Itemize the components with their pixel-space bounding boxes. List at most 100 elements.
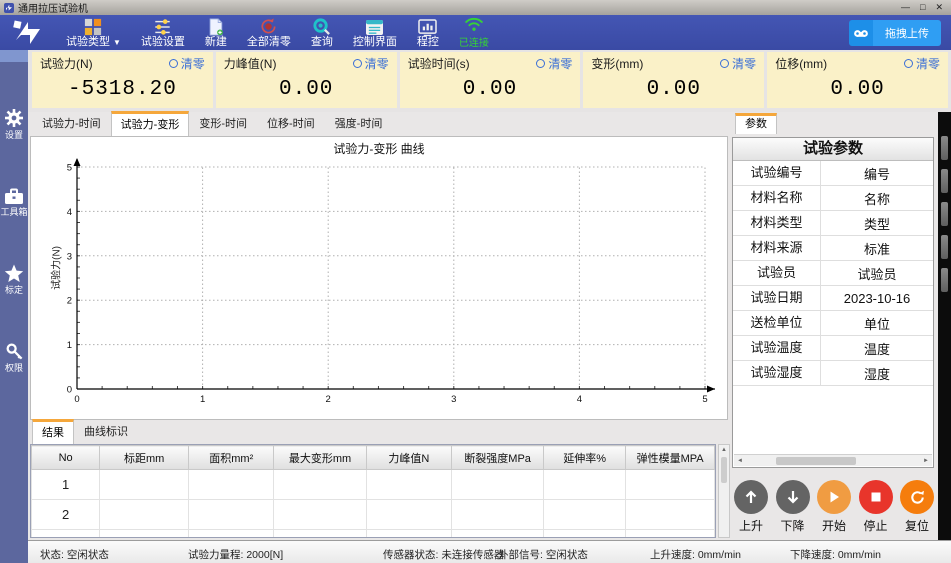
table-row[interactable]: 1 (32, 470, 715, 500)
clear-test-force-button[interactable]: 清零 (169, 55, 205, 72)
tab-results[interactable]: 结果 (32, 419, 74, 444)
svg-text:1: 1 (200, 394, 205, 405)
scroll-left-icon[interactable]: ◄ (734, 458, 746, 464)
param-value[interactable]: 编号 (821, 164, 933, 183)
meter-test-time: 试验时间(s) 清零 0.00 (400, 52, 581, 108)
svg-text:2: 2 (67, 296, 72, 307)
tab-parameters[interactable]: 参数 (735, 113, 777, 134)
stop-icon (870, 491, 882, 503)
sidebar-item-permissions[interactable]: 权限 (0, 342, 28, 374)
force-deform-chart: 012345012345 (43, 155, 719, 413)
toolbar-test-type[interactable]: 试验类型 ▼ (56, 15, 131, 50)
clear-test-time-button[interactable]: 清零 (536, 55, 572, 72)
sidebar-item-calibration[interactable]: 标定 (0, 264, 28, 296)
toolbar-control-interface[interactable]: 控制界面 (343, 15, 407, 50)
param-value[interactable]: 名称 (821, 189, 933, 208)
param-row-material-name: 材料名称名称 (733, 186, 933, 211)
svg-text:5: 5 (67, 163, 72, 174)
param-row-test-number: 试验编号编号 (733, 161, 933, 186)
left-sidebar: 设置 工具箱 标定 权限 (0, 50, 28, 563)
param-value[interactable]: 类型 (821, 214, 933, 233)
reset-ring-icon (353, 59, 362, 68)
param-value[interactable]: 湿度 (821, 364, 933, 383)
tab-strength-time[interactable]: 强度-时间 (325, 111, 393, 136)
meter-displacement: 位移(mm) 清零 0.00 (767, 52, 948, 108)
scroll-up-icon[interactable]: ▲ (719, 445, 729, 456)
table-row[interactable]: 3 (32, 530, 715, 539)
meter-deformation: 变形(mm) 清零 0.00 (583, 52, 764, 108)
close-button[interactable]: ✕ (935, 1, 943, 14)
clear-displacement-button[interactable]: 清零 (904, 55, 940, 72)
svg-text:0: 0 (74, 394, 79, 405)
tab-deformation-time[interactable]: 变形-时间 (189, 111, 257, 136)
descend-button[interactable]: 下降 (776, 480, 810, 534)
toolbar-clear-all[interactable]: 全部清零 (237, 15, 301, 50)
clear-peak-force-button[interactable]: 清零 (353, 55, 389, 72)
play-icon (827, 490, 841, 504)
sidebar-item-label: 权限 (5, 363, 23, 374)
new-document-icon (207, 17, 224, 36)
status-force-range: 试验力量程: 2000[N] (188, 547, 283, 562)
meter-test-force: 试验力(N) 清零 -5318.20 (32, 52, 213, 108)
meter-label: 变形(mm) (591, 55, 643, 72)
param-row-temperature: 试验温度温度 (733, 336, 933, 361)
scrollbar-thumb[interactable] (776, 457, 856, 465)
chevron-down-icon[interactable]: ▼ (113, 36, 121, 49)
param-row-test-date: 试验日期2023-10-16 (733, 286, 933, 311)
parameter-horizontal-scrollbar[interactable]: ◄ ► (734, 454, 932, 466)
connection-status-label: 已连接 (459, 34, 489, 49)
scroll-right-icon[interactable]: ► (920, 458, 932, 464)
toolbar-test-settings[interactable]: 试验设置 (131, 15, 195, 50)
status-sensor: 传感器状态: 未连接传感器 (383, 547, 504, 562)
param-value[interactable]: 试验员 (821, 264, 933, 283)
meter-peak-force: 力峰值(N) 清零 0.00 (216, 52, 397, 108)
param-row-material-source: 材料来源标准 (733, 236, 933, 261)
measurement-row: 试验力(N) 清零 -5318.20 力峰值(N) 清零 0.00 试验时间(s… (28, 50, 951, 112)
tab-force-time[interactable]: 试验力-时间 (32, 111, 111, 136)
param-value[interactable]: 标准 (821, 239, 933, 258)
sidebar-item-toolbox[interactable]: 工具箱 (0, 187, 28, 218)
gear-icon (4, 108, 24, 128)
upload-button[interactable]: 拖拽上传 (849, 20, 941, 46)
reset-ring-icon (169, 59, 178, 68)
toolbar-program-control[interactable]: 程控 (407, 15, 449, 50)
arrow-down-icon (785, 489, 801, 505)
maximize-button[interactable]: □ (920, 1, 925, 14)
chart-tab-bar: 试验力-时间 试验力-变形 变形-时间 位移-时间 强度-时间 (32, 114, 392, 136)
reset-ring-icon (904, 59, 913, 68)
table-row[interactable]: 2 (32, 500, 715, 530)
results-vertical-scrollbar[interactable]: ▲ (718, 444, 730, 538)
start-button[interactable]: 开始 (817, 480, 851, 534)
clear-deformation-button[interactable]: 清零 (720, 55, 756, 72)
meter-label: 试验力(N) (40, 55, 93, 72)
meter-label: 力峰值(N) (224, 55, 277, 72)
scrollbar-thumb[interactable] (721, 457, 727, 483)
toolbar-query[interactable]: 查询 (301, 15, 343, 50)
tab-displacement-time[interactable]: 位移-时间 (257, 111, 325, 136)
rise-button[interactable]: 上升 (734, 480, 768, 534)
svg-text:4: 4 (67, 207, 72, 218)
status-descend-speed: 下降速度: 0mm/min (790, 547, 881, 562)
param-value[interactable]: 温度 (821, 339, 933, 358)
stop-button[interactable]: 停止 (859, 480, 893, 534)
reset-button[interactable]: 复位 (900, 480, 934, 534)
cloud-icon (849, 20, 873, 46)
tab-force-deformation[interactable]: 试验力-变形 (111, 111, 190, 136)
svg-text:1: 1 (67, 340, 72, 351)
svg-text:3: 3 (67, 251, 72, 262)
meter-value: 0.00 (775, 72, 940, 106)
param-value[interactable]: 单位 (821, 314, 933, 333)
param-value[interactable]: 2023-10-16 (821, 291, 933, 306)
toolbar-new[interactable]: 新建 (195, 15, 237, 50)
docked-panel-strip[interactable] (938, 112, 951, 540)
tab-curve-legend[interactable]: 曲线标识 (74, 419, 138, 444)
col-elongation: 延伸率% (544, 446, 626, 470)
parameter-table: 试验参数 试验编号编号 材料名称名称 材料类型类型 材料来源标准 试验员试验员 … (732, 137, 934, 468)
minimize-button[interactable]: — (901, 1, 910, 14)
col-no: No (32, 446, 100, 470)
sliders-icon (153, 17, 172, 36)
col-gauge-length: 标距mm (100, 446, 189, 470)
sidebar-item-settings[interactable]: 设置 (0, 108, 28, 141)
star-icon (4, 264, 24, 283)
parameter-panel: 参数 试验参数 试验编号编号 材料名称名称 材料类型类型 材料来源标准 试验员试… (730, 112, 938, 540)
